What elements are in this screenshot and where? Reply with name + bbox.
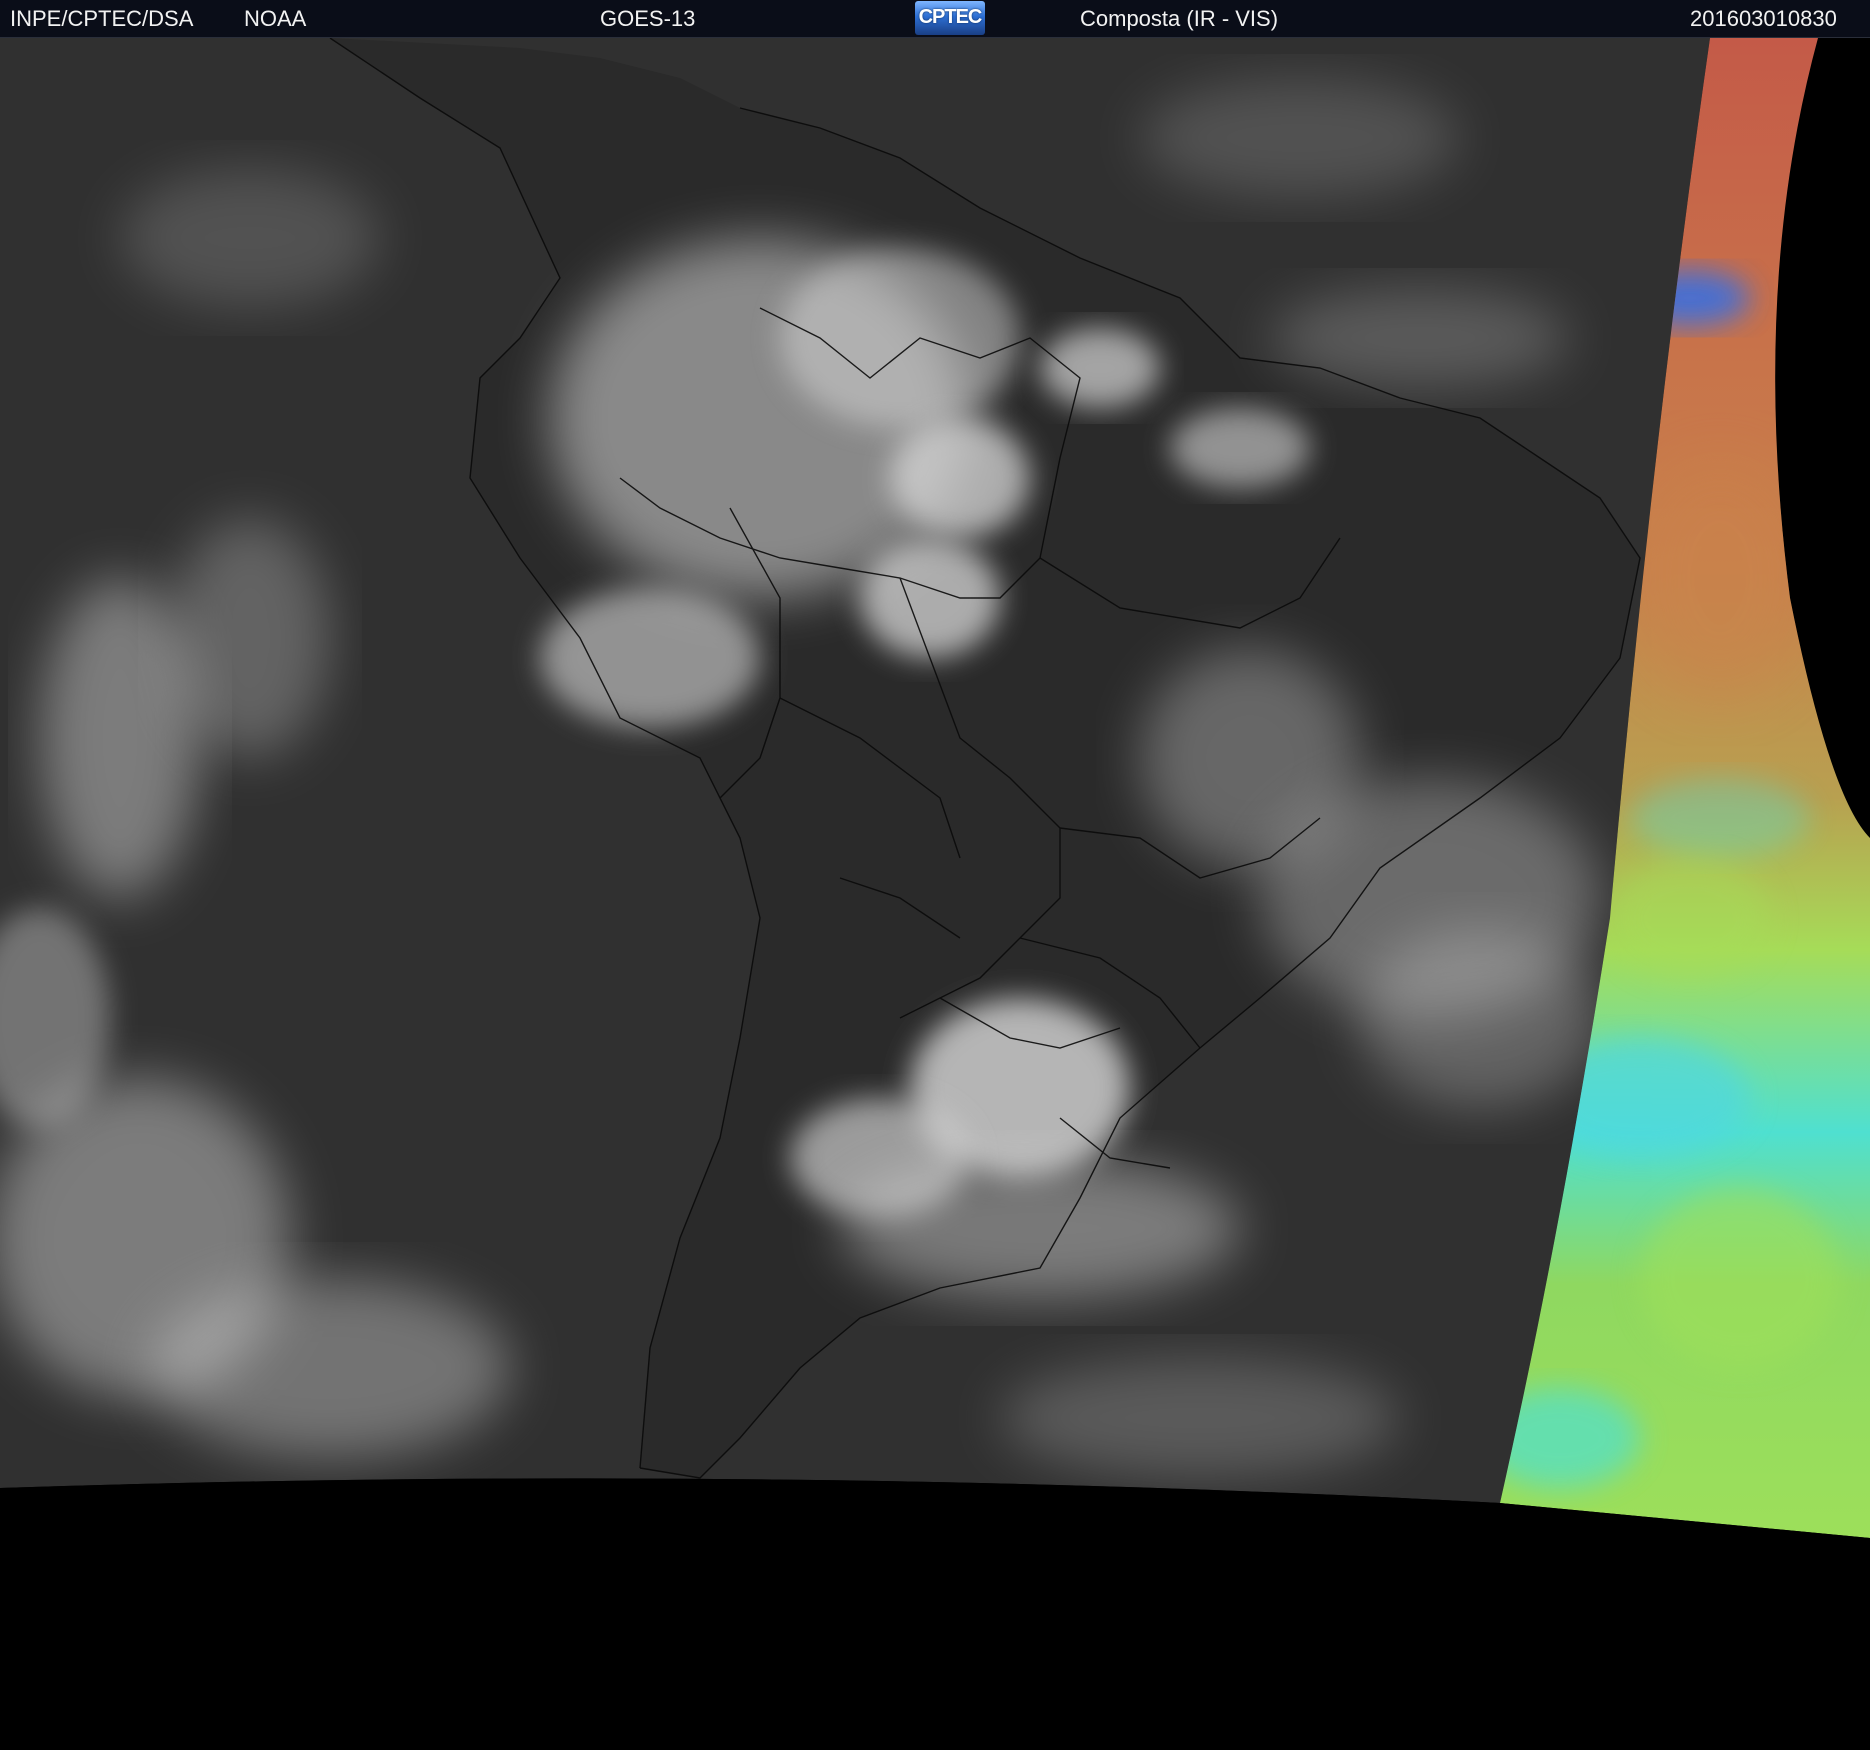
header-bar: INPE/CPTEC/DSA NOAA GOES-13 CPTEC Compos… — [0, 0, 1870, 38]
satellite-label: GOES-13 — [600, 6, 696, 31]
no-data-region — [0, 1478, 1870, 1750]
timestamp-label: 201603010830 — [1690, 6, 1837, 31]
institution-label: INPE/CPTEC/DSA — [10, 6, 194, 31]
product-label: Composta (IR - VIS) — [1080, 6, 1279, 31]
satellite-image — [0, 38, 1870, 1750]
agency-label: NOAA — [244, 6, 307, 31]
cptec-logo: CPTEC — [915, 1, 985, 35]
cptec-logo-text: CPTEC — [918, 6, 983, 28]
satellite-image-svg — [0, 38, 1870, 1750]
